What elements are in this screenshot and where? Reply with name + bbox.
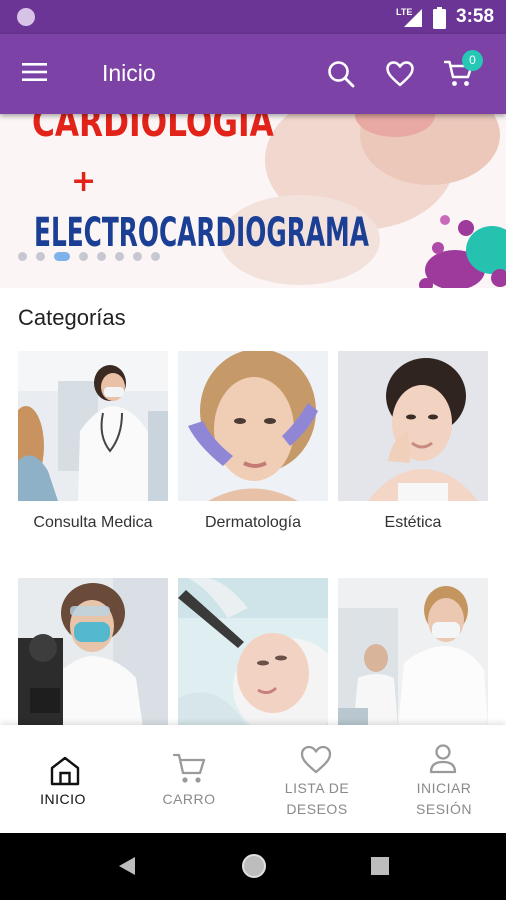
category-card-dermatologia[interactable] <box>178 351 328 501</box>
pager-dot[interactable] <box>79 252 88 261</box>
nav-label-lista-de-deseos: LISTA DE DESEOS <box>284 780 350 817</box>
category-card-especialistas[interactable] <box>338 578 488 728</box>
promo-banner[interactable]: CARDIOLOGIA + ELECTROCARDIOGRAMA <box>0 100 506 288</box>
home-icon <box>50 756 80 786</box>
nav-item-carro[interactable]: CARRO <box>126 725 252 833</box>
banner-subheadline: ELECTROCARDIOGRAMA <box>34 210 369 256</box>
system-navigation-bar <box>0 833 506 900</box>
pager-dot[interactable] <box>115 252 124 261</box>
app-screen: LTE 3:58 Inicio 0 CARDIOLOGIA + ELECTROC… <box>0 0 506 900</box>
cart-icon <box>173 753 206 783</box>
battery-icon <box>433 7 446 29</box>
search-icon[interactable] <box>327 60 355 88</box>
user-icon <box>429 744 457 774</box>
heart-icon <box>300 745 332 774</box>
nav-item-iniciar-sesion[interactable]: INICIAR SESIÓN <box>380 725 506 833</box>
category-label: Estética <box>384 514 442 531</box>
bottom-navigation: INICIO CARRO LISTA DE DESEOS INICIAR SES… <box>0 725 506 833</box>
app-bar: Inicio 0 <box>0 34 506 114</box>
page-title: Inicio <box>102 60 156 86</box>
pager-dot[interactable] <box>133 252 142 261</box>
recents-icon[interactable] <box>371 857 389 875</box>
notification-dot-icon <box>17 8 35 26</box>
banner-plus: + <box>71 164 97 199</box>
pager-dot[interactable] <box>36 252 45 261</box>
category-image <box>178 351 328 501</box>
category-image <box>18 578 168 728</box>
signal-icon <box>404 9 422 27</box>
nav-label-carro: CARRO <box>162 791 216 807</box>
nav-label-inicio: INICIO <box>40 791 86 807</box>
menu-icon[interactable] <box>22 62 48 82</box>
nav-label-iniciar-sesion: INICIAR SESIÓN <box>416 780 472 817</box>
wishlist-heart-icon[interactable] <box>386 61 414 87</box>
category-label: Dermatología <box>204 514 302 531</box>
nav-item-lista-de-deseos[interactable]: LISTA DE DESEOS <box>253 725 379 833</box>
cart-count-badge: 0 <box>462 50 483 71</box>
nav-item-inicio[interactable]: INICIO <box>0 725 126 833</box>
clock: 3:58 <box>456 6 495 27</box>
category-image <box>18 351 168 501</box>
category-card-laboratorio[interactable] <box>18 578 168 728</box>
pager-dot[interactable] <box>151 252 160 261</box>
category-image <box>338 351 488 501</box>
category-card-consulta-medica[interactable] <box>18 351 168 501</box>
pager-dot-active[interactable] <box>54 252 70 261</box>
pager-dot[interactable] <box>18 252 27 261</box>
pager-dot[interactable] <box>97 252 106 261</box>
category-label: Consulta Medica <box>33 514 153 531</box>
category-image <box>338 578 488 728</box>
category-card-estetica[interactable] <box>338 351 488 501</box>
home-button-icon[interactable] <box>241 853 267 879</box>
categories-heading: Categorías <box>18 305 126 330</box>
category-image <box>178 578 328 728</box>
category-card-tratamientos[interactable] <box>178 578 328 728</box>
back-icon[interactable] <box>118 856 136 876</box>
status-bar: LTE 3:58 <box>0 0 506 34</box>
